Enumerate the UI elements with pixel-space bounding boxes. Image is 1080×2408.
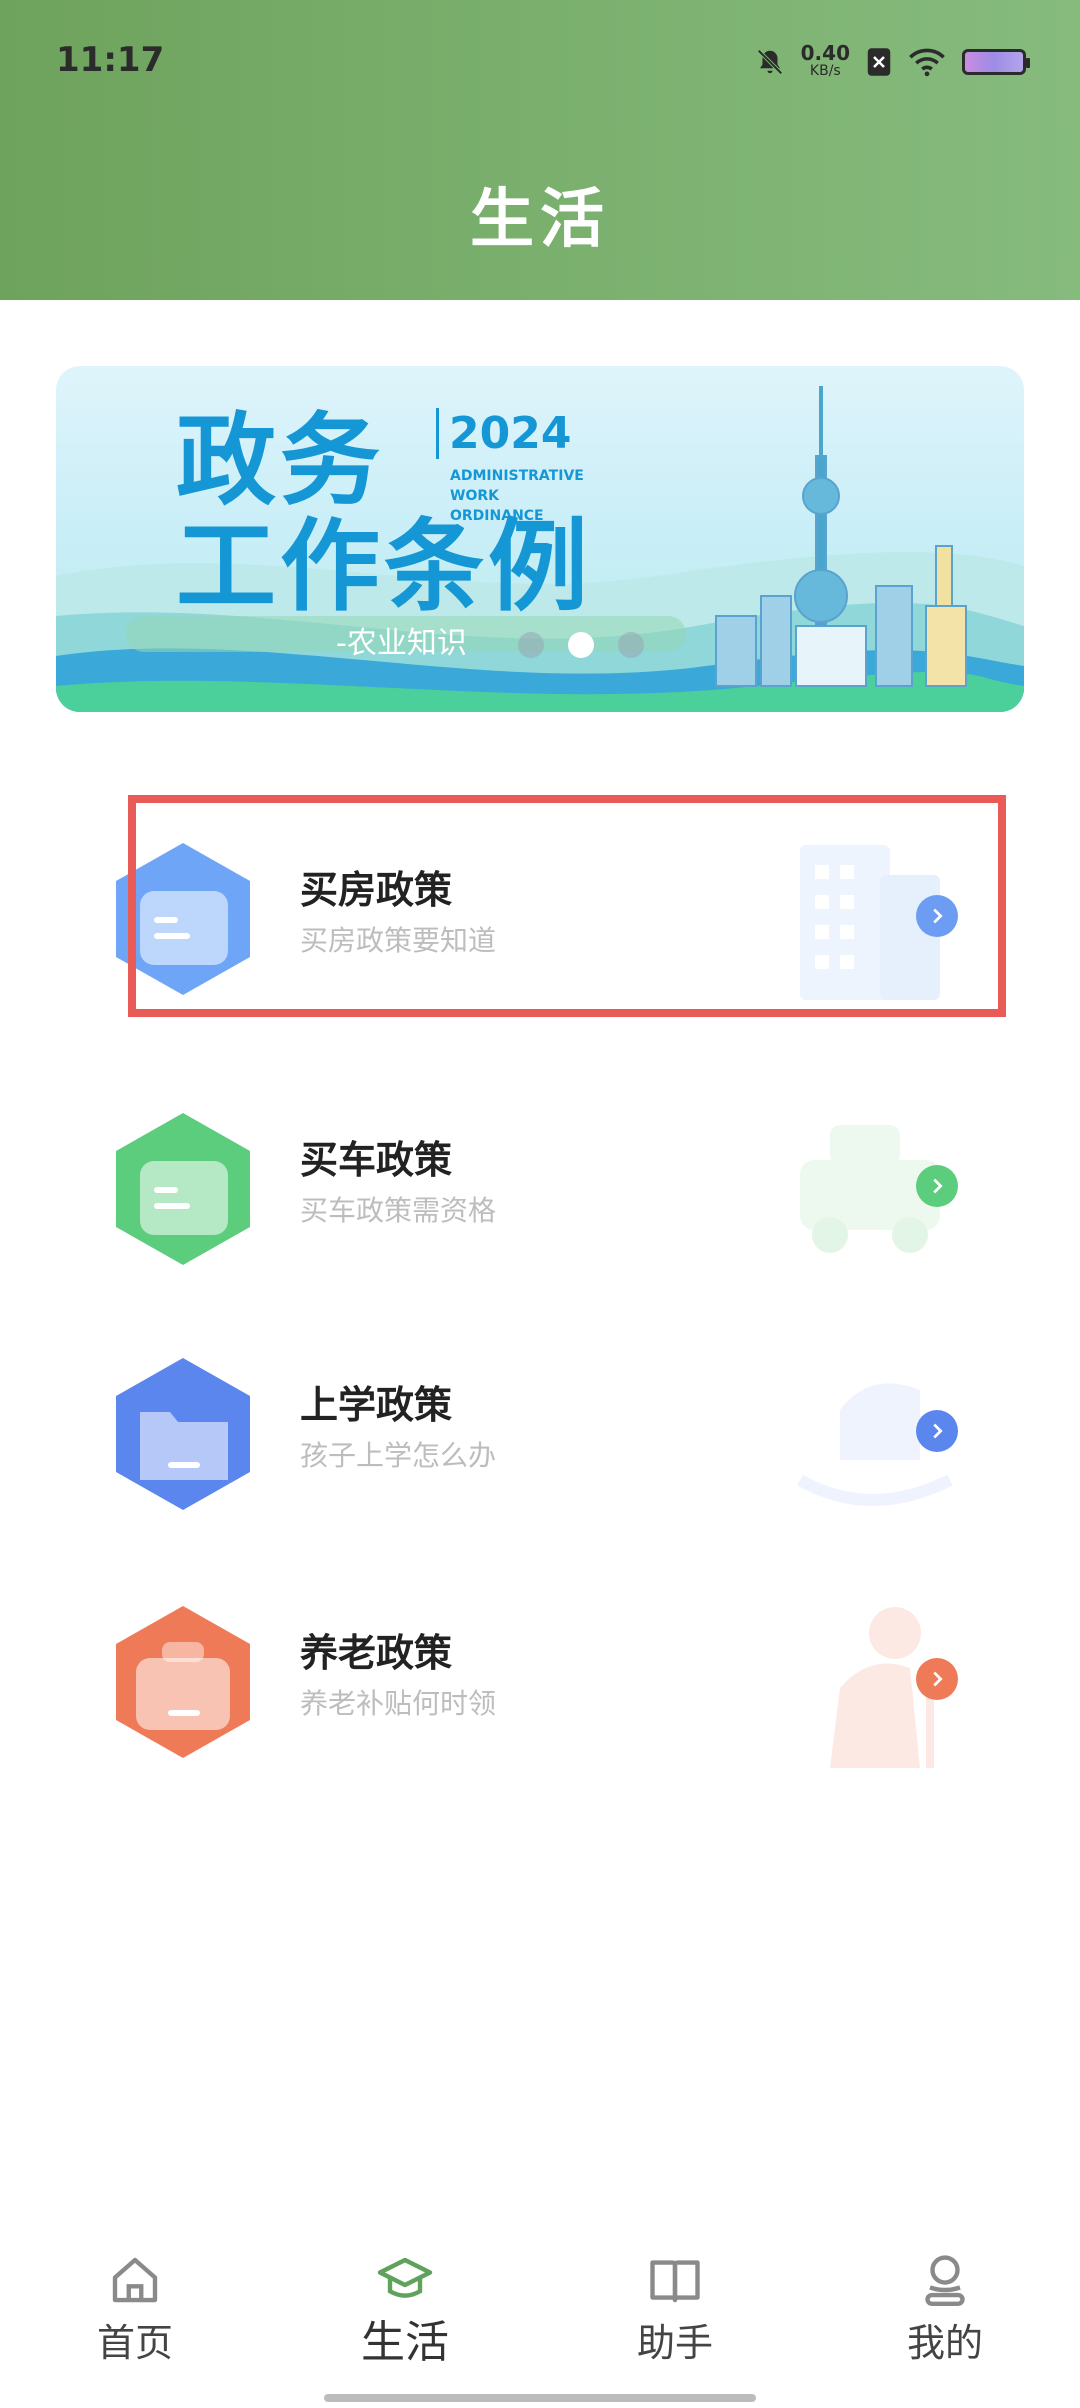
chevron-right-icon[interactable]: [916, 1165, 958, 1207]
carousel-dot-active[interactable]: [568, 632, 594, 658]
page-title: 生活: [470, 182, 610, 257]
policy-title: 上学政策: [300, 1383, 453, 1427]
bell-muted-icon: [757, 49, 783, 75]
carousel-dot[interactable]: [618, 632, 644, 658]
policy-subtitle: 孩子上学怎么办: [300, 1439, 497, 1472]
battery-icon: [962, 49, 1030, 75]
nav-item-mine[interactable]: 我的: [810, 2250, 1080, 2370]
banner-subtitle: -农业知识: [336, 626, 467, 661]
book-icon: [650, 2260, 700, 2303]
policy-item-school[interactable]: 上学政策 孩子上学怎么办: [110, 1330, 1000, 1530]
carousel-dot[interactable]: [518, 632, 544, 658]
nav-label: 我的: [906, 2321, 983, 2365]
header-bar: 11:17 0.40 KB/s 生活: [0, 0, 1080, 300]
policy-title: 养老政策: [300, 1631, 453, 1675]
home-icon: [112, 2257, 158, 2303]
banner-year: 2024: [436, 408, 571, 459]
net-speed-value: 0.40: [800, 41, 850, 65]
nav-label: 首页: [96, 2321, 173, 2365]
nav-item-assistant[interactable]: 助手: [540, 2250, 810, 2370]
highlight-box: [128, 795, 1006, 1017]
policy-title: 买车政策: [300, 1138, 453, 1182]
net-speed-unit: KB/s: [809, 63, 841, 79]
home-indicator[interactable]: [324, 2394, 756, 2402]
chevron-right-icon[interactable]: [916, 1410, 958, 1452]
wifi-icon: [909, 48, 945, 77]
city-skyline: [715, 386, 967, 687]
policy-subtitle: 养老补贴何时领: [300, 1687, 497, 1720]
status-time: 11:17: [56, 40, 165, 80]
school-folder-icon: [116, 1358, 250, 1510]
banner-heading-line2: 工作条例: [176, 508, 592, 625]
banner-carousel[interactable]: 政务 工作条例 2024 ADMINISTRATIVE WORK ORDINAN…: [56, 366, 1024, 712]
net-speed: 0.40 KB/s: [800, 41, 850, 80]
user-icon: [925, 2255, 965, 2306]
banner-english-line1: ADMINISTRATIVE: [450, 468, 584, 484]
graduation-cap-icon: [377, 2257, 433, 2298]
nav-label: 助手: [636, 2321, 713, 2365]
carousel-dots: [518, 632, 644, 658]
sim-x-icon: [867, 48, 891, 76]
car-document-icon: [116, 1113, 250, 1265]
nav-item-home[interactable]: 首页: [0, 2250, 270, 2370]
status-icons: 0.40 KB/s: [755, 41, 1030, 82]
pension-briefcase-icon: [116, 1606, 250, 1758]
chevron-right-icon[interactable]: [916, 1658, 958, 1700]
bottom-navigation: 首页 生活 助手 我的: [0, 2250, 1080, 2370]
nav-item-life[interactable]: 生活: [270, 2250, 540, 2370]
policy-item-pension[interactable]: 养老政策 养老补贴何时领: [110, 1578, 1000, 1778]
nav-label: 生活: [361, 2317, 449, 2368]
policy-subtitle: 买车政策需资格: [300, 1194, 497, 1227]
banner-english-line2: WORK ORDINANCE: [450, 488, 544, 524]
policy-item-car[interactable]: 买车政策 买车政策需资格: [110, 1085, 1000, 1285]
banner-english: ADMINISTRATIVE WORK ORDINANCE: [450, 466, 590, 526]
